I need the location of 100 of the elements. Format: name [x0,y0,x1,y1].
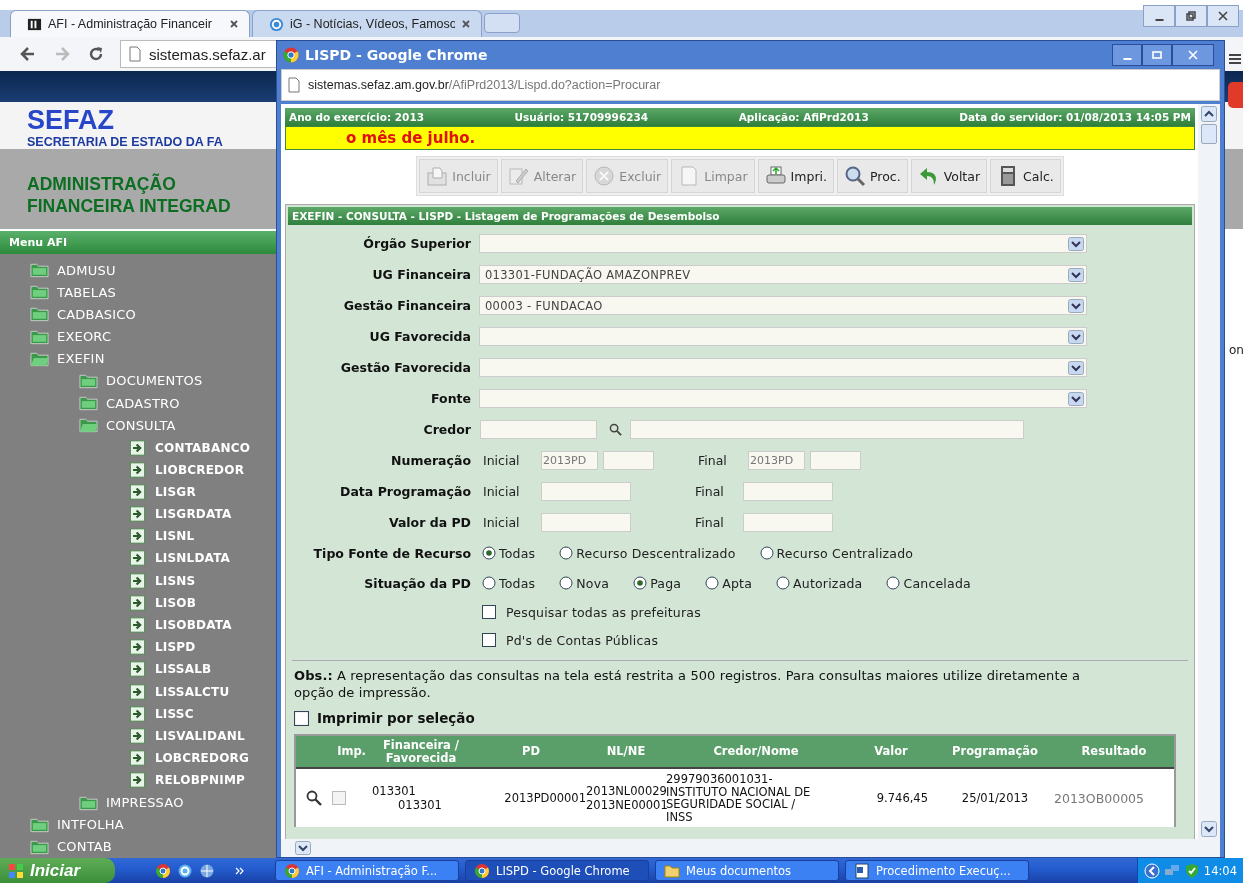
scrollbar[interactable] [281,839,1220,857]
scroll-down-icon[interactable] [295,841,311,855]
column-header: Resultado [1080,745,1148,758]
search-icon[interactable] [609,423,622,436]
radio-button[interactable] [482,576,496,590]
checkbox[interactable] [294,710,309,726]
globe-icon[interactable] [177,862,193,879]
start-button[interactable]: Iniciar [0,858,115,883]
arrow-page-icon [128,661,147,678]
chrome-icon[interactable] [155,862,171,879]
close-button[interactable] [1207,5,1239,27]
menu-item[interactable]: CADBASICO [57,306,136,322]
menu-item[interactable]: LISPD [155,640,196,655]
radio-button[interactable] [633,576,648,590]
chevron-right-icon[interactable] [235,865,245,876]
radio-button[interactable] [886,576,901,590]
browser-tab[interactable]: AFI - Administração Financeir [10,10,250,37]
chevron-left-icon[interactable] [1143,862,1160,879]
menu-item[interactable]: LOBCREDORG [155,751,250,766]
input-field[interactable]: 2013PD [748,451,805,470]
taskbar-button[interactable]: LISPD - Google Chrome [465,860,649,881]
menu-item[interactable]: LISVALIDANL [155,728,245,743]
radio-button[interactable] [559,576,574,590]
toolbar-button[interactable]: Impri. [757,159,834,193]
toolbar-button[interactable]: Proc. [837,159,908,193]
menu-item[interactable]: LISSALB [155,662,212,677]
scroll-up-icon[interactable] [1201,106,1217,122]
folder-icon [664,862,680,879]
printer-icon [764,165,787,187]
checkbox[interactable] [482,633,496,647]
column-header: PD [521,745,541,758]
field-label: Valor da PD [387,515,472,530]
field-label: Credor [422,422,472,437]
radio-button[interactable] [759,546,774,560]
dropdown[interactable]: 00003 - FUNDACAO [479,296,1087,315]
table-cell-text: 29979036001031-INSTITUTO NACIONAL DE SEGURIDADE SOCIAL / INSS [666,773,812,823]
checkbox[interactable] [482,605,496,619]
result-link[interactable]: 2013OB00005 [1054,790,1174,806]
radio-button[interactable] [776,576,791,590]
close-icon[interactable] [229,19,239,29]
scroll-down-icon[interactable] [1201,821,1217,837]
menu-item[interactable]: LISNLDATA [155,551,231,566]
menu-item[interactable]: TABELAS [57,284,117,300]
close-icon[interactable] [461,19,471,29]
menu-item[interactable]: INTFOLHA [57,817,124,833]
restore-button[interactable] [1175,5,1207,27]
menu-item[interactable]: RELOBPNIMP [155,773,246,788]
radio-label: Cancelada [903,575,971,591]
toolbar-button[interactable]: Calc. [990,159,1061,193]
minimize-button[interactable] [1112,44,1142,66]
menu-item[interactable]: LISGRDATA [155,507,232,522]
menu-item[interactable]: CONTABANCO [155,440,251,455]
radio-button[interactable] [559,546,574,560]
input-field[interactable] [480,420,597,439]
menu-item[interactable]: CONSULTA [106,417,176,433]
input-field[interactable] [630,420,1024,439]
chrome-icon [474,862,490,879]
input-field[interactable] [810,451,861,470]
radio-button[interactable] [705,576,720,590]
menu-item[interactable]: ADMUSU [57,262,116,278]
menu-item[interactable]: IMPRESSAO [106,795,184,810]
dropdown[interactable]: 013301-FUNDAÇÃO AMAZONPREV [479,265,1087,284]
taskbar-button[interactable]: Procedimento Execuç... [845,860,1029,881]
menu-icon[interactable] [1228,52,1242,66]
taskbar-button[interactable]: Meus documentos [655,860,839,881]
scroll-thumb[interactable] [1201,124,1217,144]
radio-button[interactable] [482,546,496,560]
table-cell-text: 013301 [372,784,417,798]
search-icon[interactable] [306,790,322,806]
menu-item[interactable]: LIOBCREDOR [155,462,245,477]
menu-item[interactable]: EXEFIN [57,351,105,367]
input-field[interactable] [743,513,833,532]
address-bar[interactable]: sistemas.sefaz.am.gov.br/AfiPrd2013/Lispd.do?action=Procurar [281,69,1220,101]
menu-item[interactable]: LISOBDATA [155,618,232,632]
input-field[interactable] [541,513,631,532]
scrollbar[interactable] [1198,104,1220,839]
menu-item[interactable]: CONTAB [57,839,112,855]
menu-item[interactable]: LISSC [155,706,194,721]
input-field[interactable] [743,482,833,501]
field-label: Final [694,515,725,530]
menu-item[interactable]: LISGR [155,484,196,499]
menu-item[interactable]: LISNL [155,529,195,544]
document-icon [854,862,870,879]
globe-icon[interactable] [199,862,215,879]
toolbar-button[interactable]: Voltar [910,159,988,193]
menu-item[interactable]: LISSALCTU [155,684,230,699]
menu-item[interactable]: LISNS [155,573,196,588]
page-icon [288,77,300,93]
menu-item[interactable]: CADASTRO [106,395,180,411]
checkbox[interactable] [332,791,346,805]
input-field[interactable] [541,482,631,501]
menu-item[interactable]: LISOB [155,595,197,610]
input-field[interactable]: 2013PD [541,451,598,470]
shield-check-icon[interactable] [1183,862,1200,879]
menu-item[interactable]: EXEORC [57,329,112,345]
taskbar-button[interactable]: AFI - Administração F... [275,860,459,881]
menu-item[interactable]: DOCUMENTOS [106,373,203,389]
close-button[interactable] [1172,44,1214,66]
maximize-button[interactable] [1142,44,1172,66]
input-field[interactable] [603,451,654,470]
